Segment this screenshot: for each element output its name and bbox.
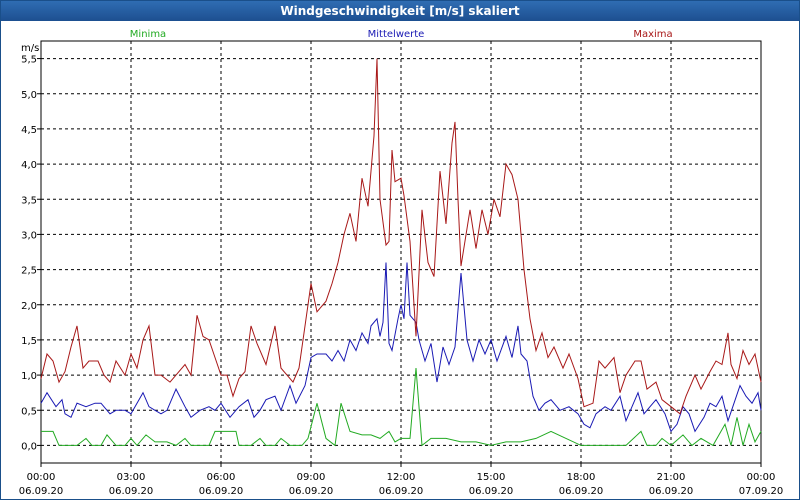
x-tick-date: 06.09.20 [379,486,424,497]
y-tick-label: 2,0 [21,301,37,312]
legend-entry-minima: Minima [130,29,166,40]
x-tick-time: 00:00 [27,472,56,483]
y-tick-label: 4,5 [21,125,37,136]
x-tick-date: 06.09.20 [559,486,604,497]
y-tick-label: 3,5 [21,195,37,206]
legend: Minima Mittelwerte Maxima [130,29,673,40]
y-tick-label: 5,0 [21,90,37,101]
y-tick-label: 0,5 [21,406,37,417]
x-tick-date: 07.09.20 [739,486,784,497]
legend-entry-mittelwerte: Mittelwerte [368,29,425,40]
x-tick-time: 03:00 [117,472,146,483]
x-tick-date: 06.09.20 [109,486,154,497]
x-tick-time: 18:00 [567,472,596,483]
x-tick-time: 09:00 [297,472,326,483]
x-tick-date: 06.09.20 [289,486,334,497]
y-tick-label: 2,5 [21,266,37,277]
x-tick-time: 00:00 [747,472,776,483]
chart-window: Windgeschwindigkeit [m/s] skaliert 0,0 0,… [0,0,800,500]
y-tick-label: 1,0 [21,371,37,382]
x-tick-date: 06.09.20 [649,486,694,497]
x-tick-time: 12:00 [387,472,416,483]
y-tick-label: 5,5 [21,55,37,66]
y-axis: 0,0 0,5 1,0 1,5 2,0 2,5 3,0 3,5 4,0 4,5 5,0 5,5 [21,55,41,452]
y-tick-label: 1,5 [21,336,37,347]
y-tick-label: 3,0 [21,230,37,241]
y-tick-label: 0,0 [21,441,37,452]
legend-entry-maxima: Maxima [633,29,672,40]
x-tick-date: 06.09.20 [469,486,514,497]
x-tick-date: 06.09.20 [19,486,64,497]
y-tick-label: 4,0 [21,160,37,171]
wind-speed-chart: 0,0 0,5 1,0 1,5 2,0 2,5 3,0 3,5 4,0 4,5 5,0 5,5 00:… [19,29,784,497]
x-axis: 00:00 06.09.20 03:00 06.09.20 06:00 06.09.20 0… [19,463,784,497]
y-axis-label: m/s [21,43,39,54]
x-tick-time: 15:00 [477,472,506,483]
x-tick-time: 21:00 [657,472,686,483]
x-tick-time: 06:00 [207,472,236,483]
x-tick-date: 06.09.20 [199,486,244,497]
